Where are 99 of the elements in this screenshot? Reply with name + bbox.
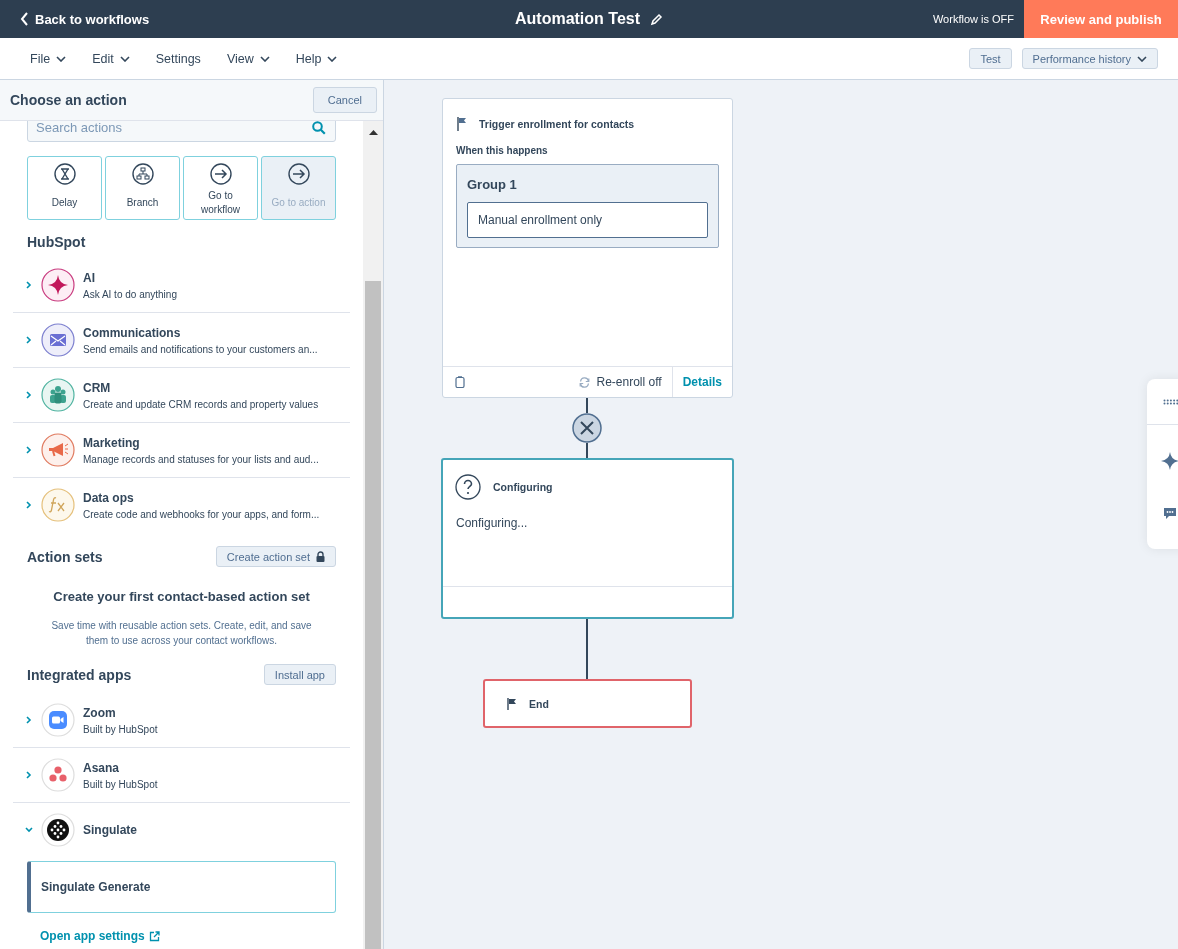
chevron-right-icon (25, 391, 33, 399)
end-title: End (529, 697, 549, 710)
category-name: Singulate (83, 823, 137, 837)
megaphone-icon (41, 433, 75, 467)
external-link-icon (148, 930, 160, 942)
delete-step-icon[interactable] (572, 413, 602, 443)
category-name: CRM (83, 380, 112, 395)
quick-action-button[interactable]: Go to workflow (183, 156, 258, 220)
action-category-row[interactable]: Singulate (13, 803, 350, 857)
filter-criteria[interactable]: Manual enrollment only (467, 202, 708, 238)
category-name: Marketing (83, 435, 141, 450)
envelope-icon (41, 323, 75, 357)
scroll-up-arrow-icon[interactable] (368, 129, 378, 135)
connector-line (586, 442, 588, 459)
action-category-row[interactable]: Asana Built by HubSpot (13, 748, 350, 803)
arrow-right-icon (209, 163, 232, 185)
flag-icon (507, 697, 517, 710)
category-name: Zoom (83, 705, 117, 720)
action-category-row[interactable]: Communications Send emails and notifications to your customers an... (13, 313, 350, 368)
end-card[interactable]: End (483, 679, 692, 728)
action-card[interactable]: Configuring Configuring... (441, 458, 734, 619)
trigger-card[interactable]: Trigger enrollment for contacts When this happens Group 1 Manual enrollment only Re-enroll off Details (442, 98, 733, 398)
category-description: Create and update CRM records and property values (83, 398, 319, 410)
category-description: Manage records and statuses for your lists and aud... (83, 453, 319, 465)
hourglass-icon (53, 163, 76, 185)
chat-bubble-icon[interactable] (1163, 507, 1177, 520)
scrollbar[interactable] (363, 121, 383, 949)
menu-item[interactable]: File (30, 51, 67, 66)
chevron-right-icon (25, 336, 33, 344)
action-category-row[interactable]: Data ops Create code and webhooks for your apps, and form... (13, 478, 350, 532)
menu-item[interactable]: Settings (155, 51, 201, 66)
action-category-row[interactable]: Marketing Manage records and statuses for your lists and aud... (13, 423, 350, 478)
section-heading: Action sets (27, 548, 103, 565)
category-description: Create code and webhooks for your apps, and form... (83, 508, 320, 520)
action-body-text: Configuring... (456, 516, 529, 530)
open-app-settings-link[interactable]: Open app settings (40, 929, 160, 943)
reenroll-status[interactable]: Re-enroll off (579, 375, 672, 389)
section-heading: HubSpot (27, 234, 87, 250)
category-description: Built by HubSpot (83, 778, 158, 790)
search-icon (312, 121, 326, 135)
quick-action-button[interactable]: Delay (27, 156, 102, 220)
refresh-icon (579, 376, 591, 388)
empty-state-text: Save time with reusable action sets. Create, edit, and save them to use across your contact workflows. (50, 619, 313, 648)
dotted-logo-icon (41, 813, 75, 847)
action-title: Configuring (493, 481, 553, 493)
menu-item[interactable]: Edit (92, 51, 130, 66)
search-field[interactable]: Search actions (27, 121, 336, 142)
install-app-button[interactable]: Install app (263, 664, 336, 685)
clipboard-icon[interactable] (455, 376, 465, 388)
chevron-right-icon (25, 501, 33, 509)
empty-state-title: Create your first contact-based action set (52, 589, 311, 604)
category-description: Built by HubSpot (83, 723, 158, 735)
workflow-status: Workflow is OFF (932, 13, 1014, 25)
video-camera-icon (41, 703, 75, 737)
menu-item[interactable]: Help (295, 51, 338, 66)
menu-item[interactable]: View (226, 51, 270, 66)
toolbar-button[interactable]: Test (969, 48, 1012, 69)
cancel-button[interactable]: Cancel (312, 87, 377, 113)
pencil-icon[interactable] (650, 12, 663, 26)
panel-title: Choose an action (10, 92, 127, 108)
toolbar-button[interactable]: Performance history (1021, 48, 1158, 69)
connector-line (586, 618, 588, 680)
question-mark-icon (455, 474, 481, 500)
sparkle-icon[interactable] (1161, 452, 1178, 470)
chevron-down-icon (25, 826, 33, 834)
create-action-set-button[interactable]: Create action set (215, 546, 336, 567)
branch-icon (131, 163, 154, 185)
connector-line (586, 397, 588, 414)
people-icon (41, 378, 75, 412)
action-category-row[interactable]: AI Ask AI to do anything (13, 258, 350, 313)
category-description: Send emails and notifications to your customers an... (83, 343, 318, 355)
back-link[interactable]: Back to workflows (20, 11, 150, 27)
app-action-item[interactable]: Singulate Generate (27, 861, 336, 913)
category-description: Ask AI to do anything (83, 288, 177, 300)
category-name: Asana (83, 760, 121, 775)
chevron-right-icon (25, 446, 33, 454)
category-name: Data ops (83, 490, 135, 505)
chevron-right-icon (25, 716, 33, 724)
workflow-title: Automation Test (515, 10, 640, 28)
details-link[interactable]: Details (671, 367, 732, 397)
lock-icon (316, 551, 325, 562)
category-name: Communications (83, 325, 182, 340)
action-category-row[interactable]: Zoom Built by HubSpot (13, 693, 350, 748)
action-category-row[interactable]: CRM Create and update CRM records and property values (13, 368, 350, 423)
function-icon (41, 488, 75, 522)
trigger-subtitle: When this happens (456, 145, 549, 156)
group-title: Group 1 (467, 177, 518, 192)
category-name: AI (83, 270, 96, 285)
chevron-left-icon (20, 12, 29, 26)
quick-action-button[interactable]: Branch (105, 156, 180, 220)
arrow-right-icon (287, 163, 310, 185)
flag-icon (457, 117, 467, 131)
three-dots-logo-icon (41, 758, 75, 792)
trigger-title: Trigger enrollment for contacts (479, 118, 635, 130)
sparkle-icon (41, 268, 75, 302)
grid-dots-icon[interactable] (1163, 399, 1178, 405)
chevron-right-icon (25, 281, 33, 289)
section-heading: Integrated apps (27, 666, 132, 683)
chevron-right-icon (25, 771, 33, 779)
